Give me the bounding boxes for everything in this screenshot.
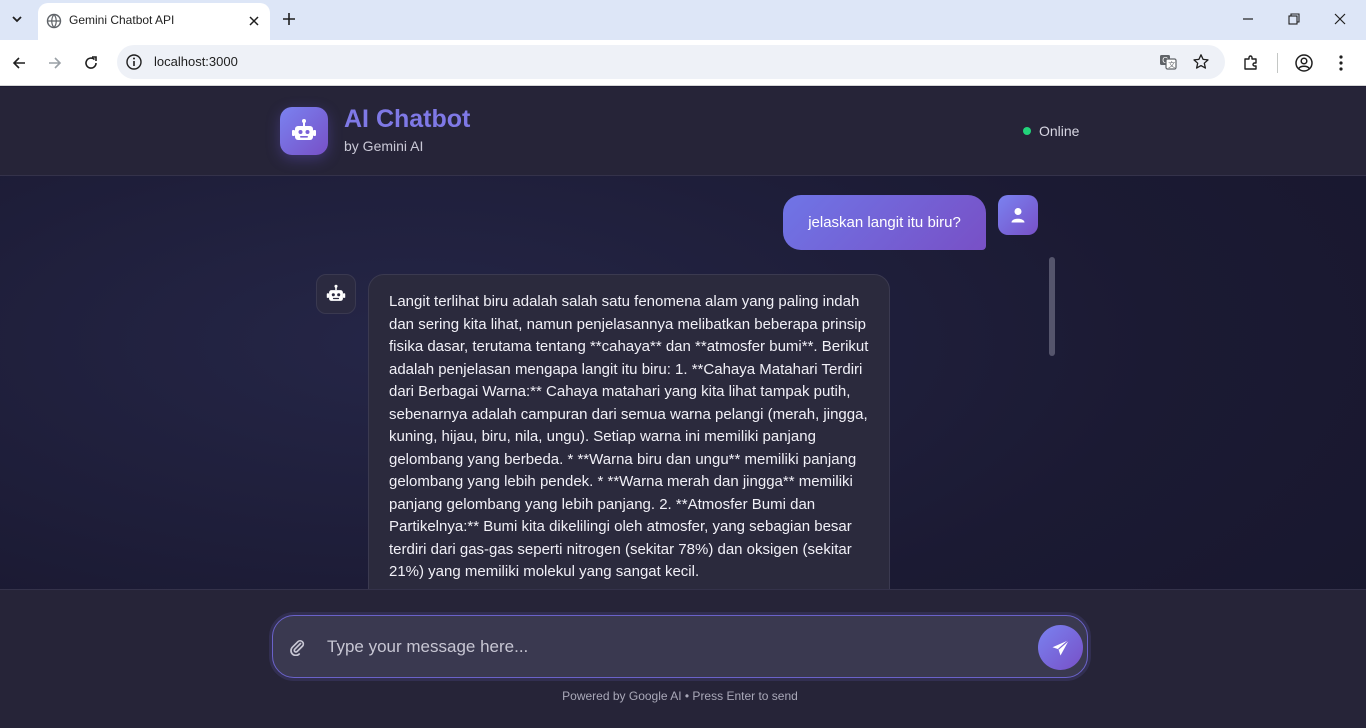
- paperclip-icon[interactable]: [286, 636, 308, 658]
- forward-icon[interactable]: [42, 50, 68, 76]
- footer-note: Powered by Google AI • Press Enter to se…: [562, 689, 798, 703]
- svg-text:文: 文: [1168, 60, 1175, 69]
- toolbar-divider: [1277, 53, 1278, 73]
- browser-tab[interactable]: Gemini Chatbot API: [38, 3, 270, 40]
- browser-toolbar: localhost:3000 G文: [0, 40, 1366, 86]
- chat-messages[interactable]: jelaskan langit itu biru? Langit terliha…: [0, 176, 1366, 589]
- plus-icon[interactable]: [278, 8, 300, 30]
- status-text: Online: [1039, 123, 1080, 139]
- chat-scrollbar[interactable]: [1049, 257, 1055, 356]
- user-message-text: jelaskan langit itu biru?: [808, 214, 961, 231]
- app-header: AI Chatbot by Gemini AI Online: [0, 87, 1366, 176]
- composer: Powered by Google AI • Press Enter to se…: [0, 589, 1366, 728]
- app-subtitle: by Gemini AI: [344, 138, 424, 154]
- close-icon[interactable]: [244, 11, 264, 31]
- message-input-container: [272, 615, 1088, 678]
- url-text: localhost:3000: [154, 54, 238, 69]
- restore-icon[interactable]: [1279, 6, 1309, 32]
- user-message: jelaskan langit itu biru?: [783, 195, 986, 250]
- tab-search-icon[interactable]: [4, 6, 30, 32]
- robot-icon: [280, 107, 328, 155]
- app-title: AI Chatbot: [344, 105, 471, 133]
- reload-icon[interactable]: [78, 50, 104, 76]
- back-icon[interactable]: [6, 50, 32, 76]
- robot-icon: [316, 274, 356, 314]
- message-input[interactable]: [327, 632, 1017, 662]
- user-icon: [998, 195, 1038, 235]
- send-button[interactable]: [1038, 625, 1083, 670]
- status-indicator: Online: [1023, 123, 1079, 139]
- bot-message-text: Langit terlihat biru adalah salah satu f…: [389, 293, 869, 580]
- star-icon[interactable]: [1191, 52, 1211, 72]
- menu-icon[interactable]: [1330, 52, 1352, 74]
- browser-tabstrip: Gemini Chatbot API: [0, 0, 1366, 40]
- info-icon[interactable]: [125, 53, 143, 71]
- profile-icon[interactable]: [1293, 52, 1315, 74]
- translate-icon[interactable]: G文: [1158, 52, 1178, 72]
- chat-app: AI Chatbot by Gemini AI Online jelaskan …: [0, 87, 1366, 728]
- address-bar[interactable]: localhost:3000 G文: [117, 45, 1225, 79]
- status-dot: [1023, 127, 1031, 135]
- tab-title: Gemini Chatbot API: [69, 13, 175, 27]
- extensions-icon[interactable]: [1240, 52, 1262, 74]
- minimize-icon[interactable]: [1233, 6, 1263, 32]
- close-window-icon[interactable]: [1325, 6, 1355, 32]
- bot-message: Langit terlihat biru adalah salah satu f…: [368, 274, 890, 589]
- globe-icon: [46, 13, 62, 29]
